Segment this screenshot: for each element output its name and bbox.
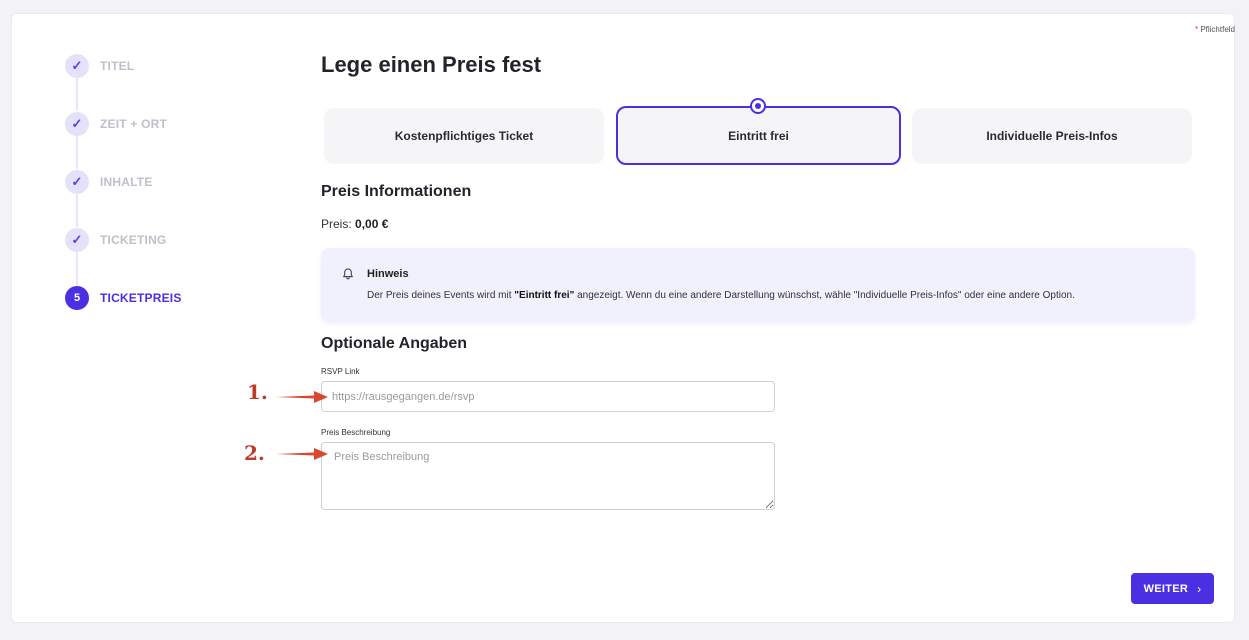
- price-value: 0,00 €: [355, 217, 389, 231]
- price-description-label: Preis Beschreibung: [321, 428, 391, 437]
- annotation-1: 1.: [247, 380, 268, 404]
- step-ticketpreis[interactable]: 5 TICKETPREIS: [65, 286, 182, 310]
- hint-box: Hinweis Der Preis deines Events wird mit…: [321, 248, 1195, 322]
- step-label: INHALTE: [100, 175, 153, 189]
- hint-text: Der Preis deines Events wird mit "Eintri…: [367, 290, 1075, 301]
- required-hint: * Pflichtfeld: [1194, 25, 1235, 34]
- check-icon: ✓: [65, 112, 89, 136]
- price-info-heading: Preis Informationen: [321, 183, 472, 200]
- check-icon: ✓: [65, 54, 89, 78]
- step-ticketing[interactable]: ✓ TICKETING: [65, 228, 166, 252]
- chevron-right-icon: ›: [1197, 581, 1202, 596]
- step-label: TITEL: [100, 59, 135, 73]
- step-zeit-ort[interactable]: ✓ ZEIT + ORT: [65, 112, 167, 136]
- annotation-2: 2.: [244, 441, 265, 465]
- annotation-arrow-icon: [276, 448, 328, 460]
- step-connector: [76, 193, 78, 227]
- bell-icon: [343, 268, 353, 280]
- option-eintritt-frei[interactable]: Eintritt frei: [616, 106, 901, 165]
- check-icon: ✓: [65, 170, 89, 194]
- option-individuelle-preis-infos[interactable]: Individuelle Preis-Infos: [912, 108, 1192, 164]
- hint-title: Hinweis: [367, 268, 409, 280]
- step-label: TICKETPREIS: [100, 291, 182, 305]
- next-button[interactable]: WEITER ›: [1131, 573, 1214, 604]
- rsvp-label: RSVP Link: [321, 367, 360, 376]
- step-label: ZEIT + ORT: [100, 117, 168, 131]
- step-connector: [76, 135, 78, 169]
- step-inhalte[interactable]: ✓ INHALTE: [65, 170, 153, 194]
- annotation-arrow-icon: [276, 391, 328, 403]
- price-display: Preis: 0,00 €: [321, 217, 389, 231]
- price-description-textarea[interactable]: [321, 442, 775, 510]
- step-connector: [76, 77, 78, 111]
- step-titel[interactable]: ✓ TITEL: [65, 54, 134, 78]
- radio-selected-icon: [750, 98, 766, 114]
- step-label: TICKETING: [100, 233, 167, 247]
- page-title: Lege einen Preis fest: [321, 52, 542, 77]
- optional-heading: Optionale Angaben: [321, 335, 468, 352]
- step-number: 5: [65, 286, 89, 310]
- check-icon: ✓: [65, 228, 89, 252]
- option-kostenpflichtiges-ticket[interactable]: Kostenpflichtiges Ticket: [324, 108, 604, 164]
- step-connector: [76, 251, 78, 285]
- rsvp-link-input[interactable]: [321, 381, 775, 412]
